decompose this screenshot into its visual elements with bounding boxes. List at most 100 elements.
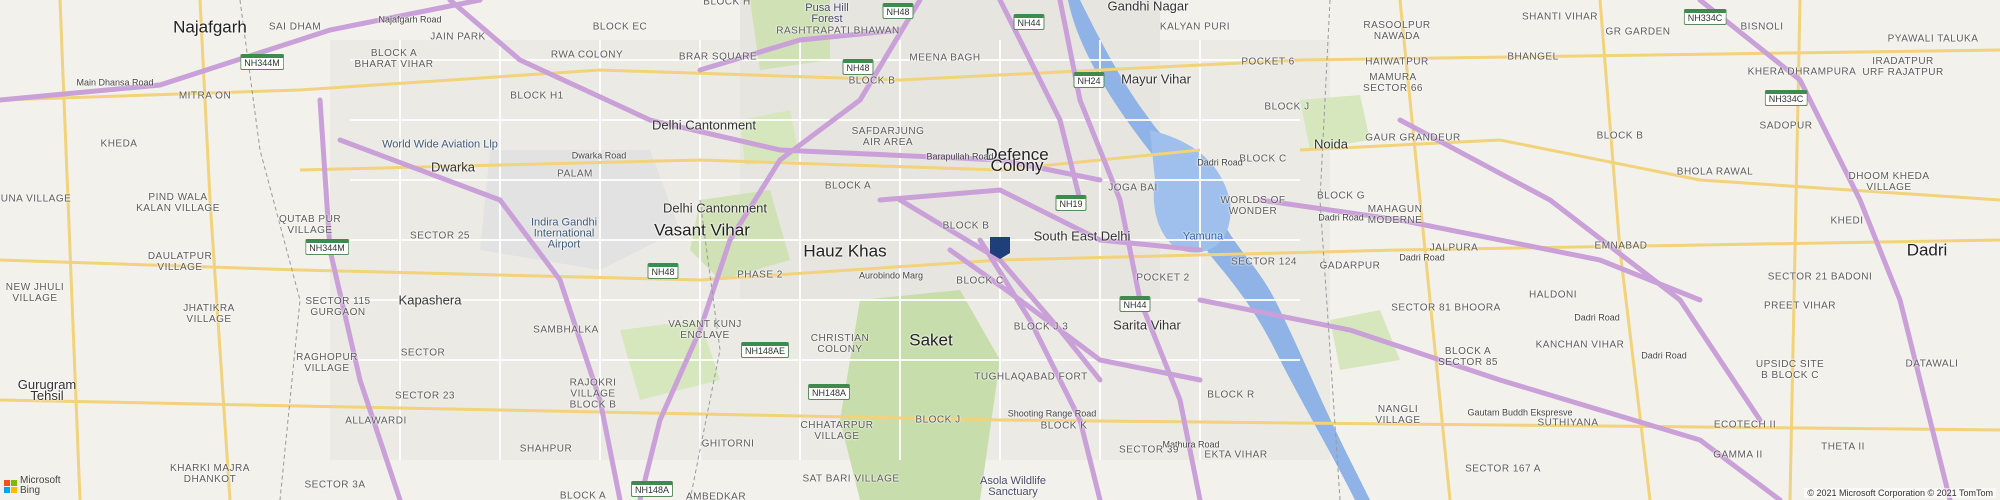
map-label-sector-25: SECTOR 25: [410, 230, 470, 242]
map-label-sector-124: SECTOR 124: [1231, 256, 1297, 268]
map-label-ekta-vihar: EKTA VIHAR: [1204, 449, 1268, 461]
map-label-gaur-grandeur: GAUR GRANDEUR: [1365, 132, 1461, 144]
map-label-sector-115-gurgaon: SECTOR 115 GURGAON: [305, 296, 371, 318]
location-marker[interactable]: [989, 236, 1011, 260]
highway-shield-nh148a-bottom: NH148A: [630, 481, 674, 497]
map-label-pocket-6: POCKET 6: [1241, 56, 1295, 68]
map-label-dadri-road-4: Dadri Road: [1574, 312, 1620, 323]
map-label-mamura-sector-66: MAMURA SECTOR 66: [1363, 72, 1423, 94]
map-label-worlds-of-wonder: WORLDS OF WONDER: [1220, 195, 1286, 217]
map-label-bhola-rawal: BHOLA RAWAL: [1676, 166, 1754, 178]
map-label-iradatpur-urf-rajatpur: IRADATPUR URF RAJATPUR: [1862, 56, 1944, 78]
map-label-mayur-vihar: Mayur Vihar: [1121, 71, 1191, 87]
map-label-delhi-cantonment-2: Delhi Cantonment: [662, 200, 768, 216]
map-label-sambhalka: SAMBHALKA: [533, 324, 599, 336]
map-label-block-j: BLOCK J: [915, 414, 961, 426]
map-label-pyawali-taluka: PYAWALI TALUKA: [1887, 33, 1979, 45]
map-label-igi-airport: Indira Gandhi International Airport: [530, 216, 598, 251]
map-label-gurugram-tehsil: Gurugram Tehsil: [17, 377, 77, 403]
map-label-dwarka-road: Dwarka Road: [571, 150, 627, 161]
map-label-allawardi: ALLAWARDI: [345, 415, 407, 427]
map-label-brar-square: BRAR SQUARE: [678, 51, 758, 63]
map-label-safdarjung-air-area: SAFDARJUNG AIR AREA: [851, 126, 925, 148]
map-label-emnabad: EMNABAD: [1594, 240, 1648, 252]
map-label-block-h: BLOCK H: [703, 0, 751, 8]
map-label-dadri-road-5: Dadri Road: [1641, 350, 1687, 361]
map-label-palam: PALAM: [557, 168, 593, 180]
map-label-block-c-noida: BLOCK C: [1239, 153, 1287, 165]
map-label-block-h1: BLOCK H1: [510, 90, 564, 102]
map-label-shooting-range-road: Shooting Range Road: [1007, 408, 1097, 419]
map-label-block-j3: BLOCK J 3: [1013, 321, 1069, 333]
map-label-block-b-north: BLOCK B: [848, 75, 896, 87]
map-label-rashtrapati-bhawan: RASHTRAPATI BHAWAN: [776, 25, 900, 37]
map-label-haiwatpur: HAIWATPUR: [1365, 56, 1429, 68]
map-label-sarita-vihar: Sarita Vihar: [1113, 317, 1181, 333]
map-label-block-r: BLOCK R: [1207, 389, 1255, 401]
highway-shield-nh19: NH19: [1055, 195, 1087, 211]
map-label-phase-2: PHASE 2: [737, 269, 783, 281]
map-label-mitra-on: MITRA ON: [178, 90, 232, 102]
map-label-block-a-vasant: BLOCK A: [824, 180, 872, 192]
map-label-kharki-majra-dhankot: KHARKI MAJRA DHANKOT: [170, 463, 250, 485]
map-label-rasoolpur-nawada: RASOOLPUR NAWADA: [1363, 20, 1431, 42]
map-label-sector-3a: SECTOR 3A: [304, 479, 366, 491]
map-label-block-a-bharat-vihar: BLOCK A BHARAT VIHAR: [354, 48, 434, 70]
map-label-suthiyana: SUTHIYANA: [1537, 417, 1599, 429]
map-label-najafgarh-road: Najafgarh Road: [378, 14, 442, 25]
map-label-gadarpur: GADARPUR: [1319, 260, 1381, 272]
map-label-gr-garden: GR GARDEN: [1605, 26, 1671, 38]
map-label-sector-39: SECTOR 39: [1119, 444, 1179, 456]
map-label-chhatarpur-village: CHHATARPUR VILLAGE: [800, 420, 874, 442]
highway-shield-nh334c-right: NH334C: [1764, 90, 1808, 106]
map-label-pusa-hill-forest: Pusa Hill Forest: [805, 2, 849, 25]
bing-logo: Microsoft Bing: [4, 476, 61, 496]
highway-shield-nh44-top: NH44: [1013, 14, 1045, 30]
map-label-mahagun-moderne: MAHAGUN MODERNE: [1367, 204, 1423, 226]
map-label-rwa-colony: RWA COLONY: [550, 49, 624, 61]
highway-shield-nh48-mid: NH48: [842, 59, 874, 75]
map-label-block-c-central: BLOCK C: [956, 275, 1004, 287]
map-label-joga-bai: JOGA BAI: [1108, 182, 1158, 194]
map-label-vasant-kunj-enclave: VASANT KUNJ ENCLAVE: [668, 319, 742, 341]
map-label-christian-colony: CHRISTIAN COLONY: [810, 333, 870, 355]
map-label-sector-167-a: SECTOR 167 A: [1465, 463, 1541, 475]
highway-shield-nh334c-top: NH334C: [1683, 9, 1727, 25]
map-label-block-g: BLOCK G: [1317, 190, 1365, 202]
map-canvas[interactable]: Najafgarh SAI DHAM Najafgarh Road BLOCK EC B…: [0, 0, 2000, 500]
highway-shield-nh344m-left: NH344M: [240, 54, 284, 70]
map-label-tughlaqabad-fort: TUGHLAQABAD FORT: [974, 371, 1088, 383]
map-label-block-a-south: BLOCK A: [559, 490, 607, 500]
map-label-khedi: KHEDI: [1830, 215, 1864, 227]
map-label-khera-dhrampura: KHERA DHRAMPURA: [1747, 66, 1857, 78]
highway-shield-nh44-south: NH44: [1119, 296, 1151, 312]
highway-shield-nh24: NH24: [1073, 72, 1105, 88]
map-label-ambedkar: AMBEDKAR: [685, 491, 747, 500]
map-label-ecotech-ii: ECOTECH II: [1713, 419, 1777, 431]
map-label-world-wide-aviation: World Wide Aviation Llp: [382, 138, 498, 151]
map-label-block-a-sector-85: BLOCK A SECTOR 85: [1438, 346, 1498, 368]
map-label-rajokri-village: RAJOKRI VILLAGE BLOCK B: [569, 377, 617, 411]
map-label-pind-wala-kalan: PIND WALA KALAN VILLAGE: [136, 192, 220, 214]
map-label-datawali: DATAWALI: [1905, 358, 1959, 370]
map-label-barapullah-road: Barapullah Road: [926, 151, 994, 162]
map-label-dadri-road-2: Dadri Road: [1318, 212, 1364, 223]
microsoft-logo-icon: [4, 479, 17, 493]
map-label-noida: Noida: [1314, 136, 1348, 152]
map-label-sector-23: SECTOR 23: [395, 390, 455, 402]
map-label-nangli-village: NANGLI VILLAGE: [1375, 404, 1421, 426]
map-label-bisnoli: BISNOLI: [1740, 21, 1784, 33]
map-label-block-k: BLOCK K: [1040, 420, 1088, 432]
map-label-south-east-delhi: South East Delhi: [1033, 228, 1131, 244]
location-marker-shape[interactable]: [990, 237, 1010, 259]
map-label-kanchan-vihar: KANCHAN VIHAR: [1535, 339, 1625, 351]
map-label-sat-bari-village: SAT BARI VILLAGE: [802, 473, 900, 485]
bing-logo-line-2: Bing: [20, 485, 41, 496]
map-label-meena-bagh: MEENA BAGH: [909, 52, 981, 64]
map-label-ghitorni: GHITORNI: [701, 438, 755, 450]
map-label-delhi-cantonment-1: Delhi Cantonment: [651, 117, 757, 133]
map-label-gamma-ii: GAMMA II: [1713, 449, 1763, 461]
map-label-una-village: UNA VILLAGE: [0, 193, 72, 205]
map-label-najafgarh: Najafgarh: [173, 17, 247, 37]
highway-shield-nh344m-mid: NH344M: [305, 239, 349, 255]
